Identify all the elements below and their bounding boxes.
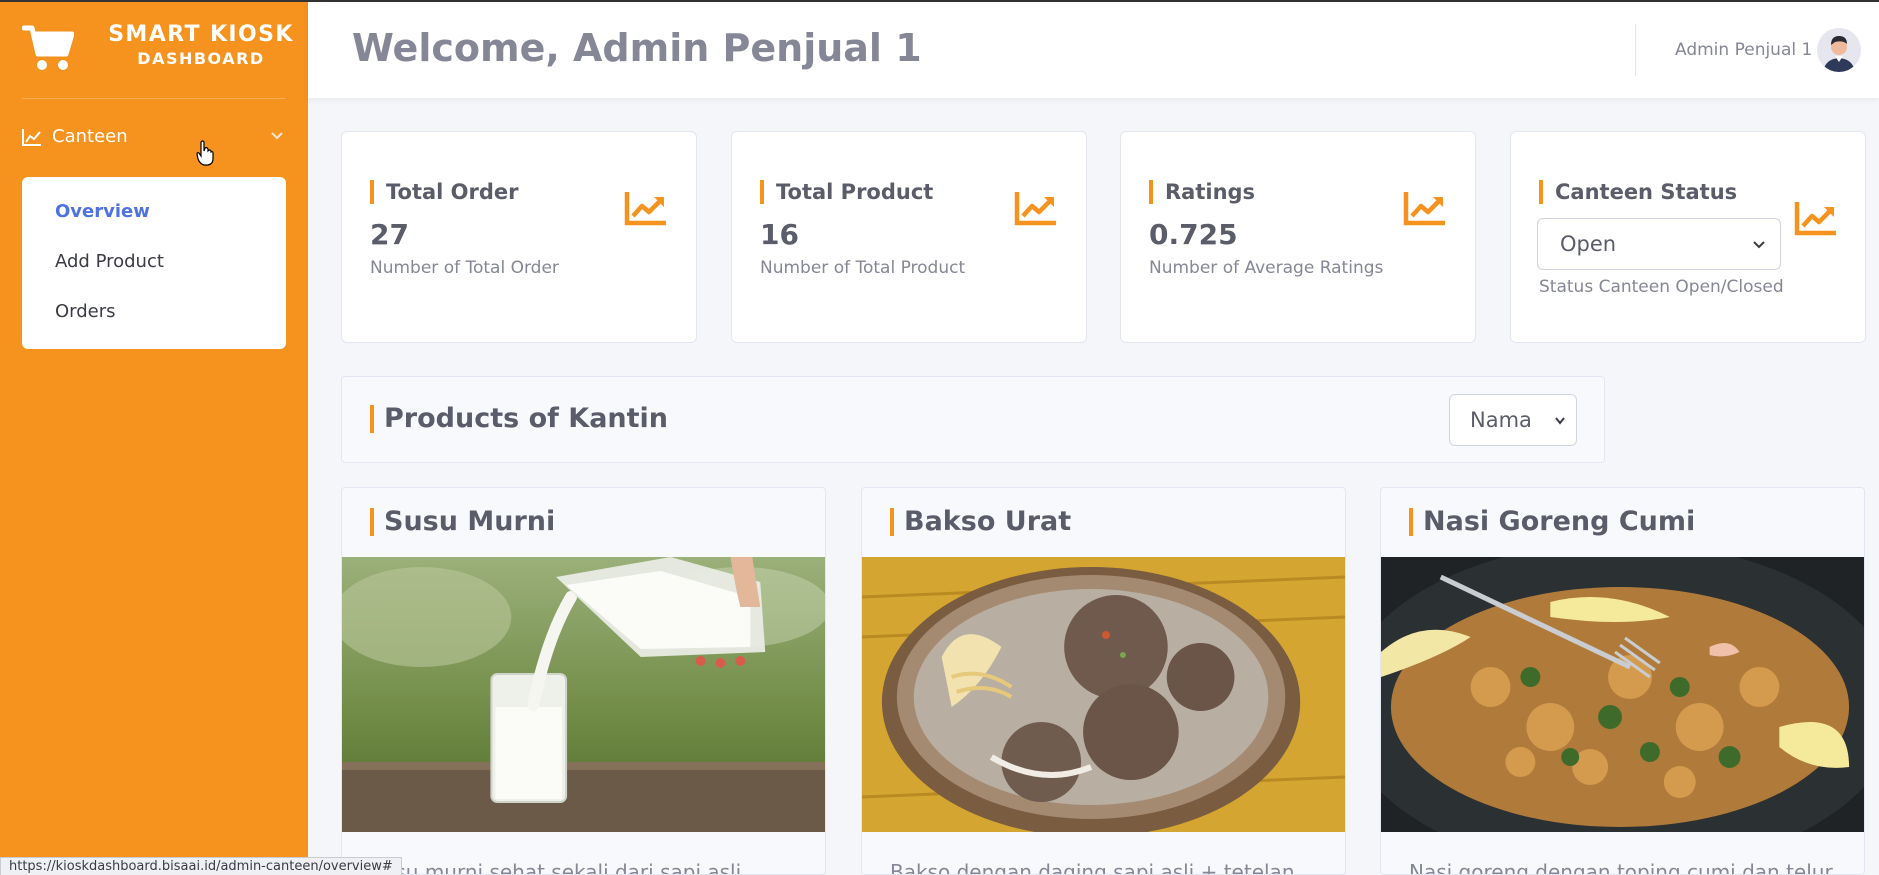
stat-card-canteen-status: Canteen Status Open Status Canteen Open/… <box>1510 131 1866 343</box>
chevron-down-icon <box>1555 417 1565 425</box>
stat-title: Total Order <box>370 180 519 204</box>
meatball-soup-photo <box>862 557 1345 832</box>
page-title: Welcome, Admin Penjual 1 <box>352 26 922 70</box>
sort-select-value: Nama <box>1470 408 1532 432</box>
chart-area-icon <box>22 129 41 146</box>
product-name: Nasi Goreng Cumi <box>1409 508 1695 536</box>
stat-description: Status Canteen Open/Closed <box>1539 277 1784 297</box>
brand-link[interactable]: SMART KIOSK DASHBOARD <box>22 22 302 72</box>
stat-card-total-product: Total Product 16 Number of Total Product <box>731 131 1087 343</box>
product-name: Bakso Urat <box>890 508 1071 536</box>
stat-title: Canteen Status <box>1539 180 1737 204</box>
shopping-cart-icon <box>22 25 74 70</box>
stat-title: Total Product <box>760 180 933 204</box>
products-header: Products of Kantin Nama <box>341 376 1605 463</box>
product-name: Susu Murni <box>370 508 555 536</box>
stat-value: 16 <box>760 218 799 251</box>
canteen-status-select[interactable]: Open <box>1537 218 1781 270</box>
stat-value: 0.725 <box>1149 218 1238 251</box>
canteen-status-value: Open <box>1560 232 1617 256</box>
stat-value: 27 <box>370 218 409 251</box>
submenu-item-add-product[interactable]: Add Product <box>55 251 164 272</box>
product-description: Bakso dengan daging sapi asli + tetelan <box>890 860 1295 875</box>
chart-line-icon <box>1014 192 1056 226</box>
product-card-nasi-goreng-cumi[interactable]: Nasi Goreng Cumi Nasi goreng dengan topi… <box>1380 487 1865 875</box>
sidebar-divider <box>22 98 285 99</box>
squid-fried-rice-photo <box>1381 557 1864 832</box>
sort-select[interactable]: Nama <box>1449 394 1577 446</box>
stat-card-ratings: Ratings 0.725 Number of Average Ratings <box>1120 131 1476 343</box>
stat-description: Number of Average Ratings <box>1149 258 1384 278</box>
products-title: Products of Kantin <box>370 405 668 433</box>
product-image <box>862 557 1345 832</box>
product-image <box>1381 557 1864 832</box>
brand-title: SMART KIOSK DASHBOARD <box>96 22 306 70</box>
window-top-border <box>0 0 1879 2</box>
chevron-down-icon <box>1753 241 1765 249</box>
topbar-divider <box>1635 24 1636 76</box>
stat-description: Number of Total Order <box>370 258 559 278</box>
topbar: Welcome, Admin Penjual 1 Admin Penjual 1 <box>308 2 1879 98</box>
stat-title: Ratings <box>1149 180 1255 204</box>
hand-cursor-icon <box>196 140 214 166</box>
sidebar-item-label: Canteen <box>52 126 128 147</box>
chart-line-icon <box>1794 202 1836 236</box>
product-description: Susu murni sehat sekali dari sapi asli <box>370 860 742 875</box>
product-description: Nasi goreng dengan toping cumi dan telur <box>1409 860 1833 875</box>
sidebar: SMART KIOSK DASHBOARD Canteen Overview A… <box>0 0 308 875</box>
submenu-item-orders[interactable]: Orders <box>55 301 116 322</box>
product-card-bakso-urat[interactable]: Bakso Urat Bakso dengan daging sapi asli… <box>861 487 1346 875</box>
product-image <box>342 557 825 832</box>
user-name[interactable]: Admin Penjual 1 <box>1675 40 1812 60</box>
stat-card-total-order: Total Order 27 Number of Total Order <box>341 131 697 343</box>
submenu-item-overview[interactable]: Overview <box>55 201 150 222</box>
brand-line1: SMART KIOSK <box>108 22 294 47</box>
chevron-down-icon <box>271 132 283 140</box>
milk-pouring-photo <box>342 557 825 832</box>
browser-status-url: https://kioskdashboard.bisaai.id/admin-c… <box>0 857 402 875</box>
avatar[interactable] <box>1817 28 1861 72</box>
chart-line-icon <box>1403 192 1445 226</box>
chart-line-icon <box>624 192 666 226</box>
user-avatar-icon <box>1817 28 1861 72</box>
sidebar-item-canteen[interactable]: Canteen <box>22 124 285 154</box>
product-card-susu-murni[interactable]: Susu Murni Susu murni sehat sekali dari … <box>341 487 826 875</box>
canteen-submenu: Overview Add Product Orders <box>22 177 286 349</box>
brand-line2: DASHBOARD <box>137 49 265 68</box>
stat-description: Number of Total Product <box>760 258 966 278</box>
